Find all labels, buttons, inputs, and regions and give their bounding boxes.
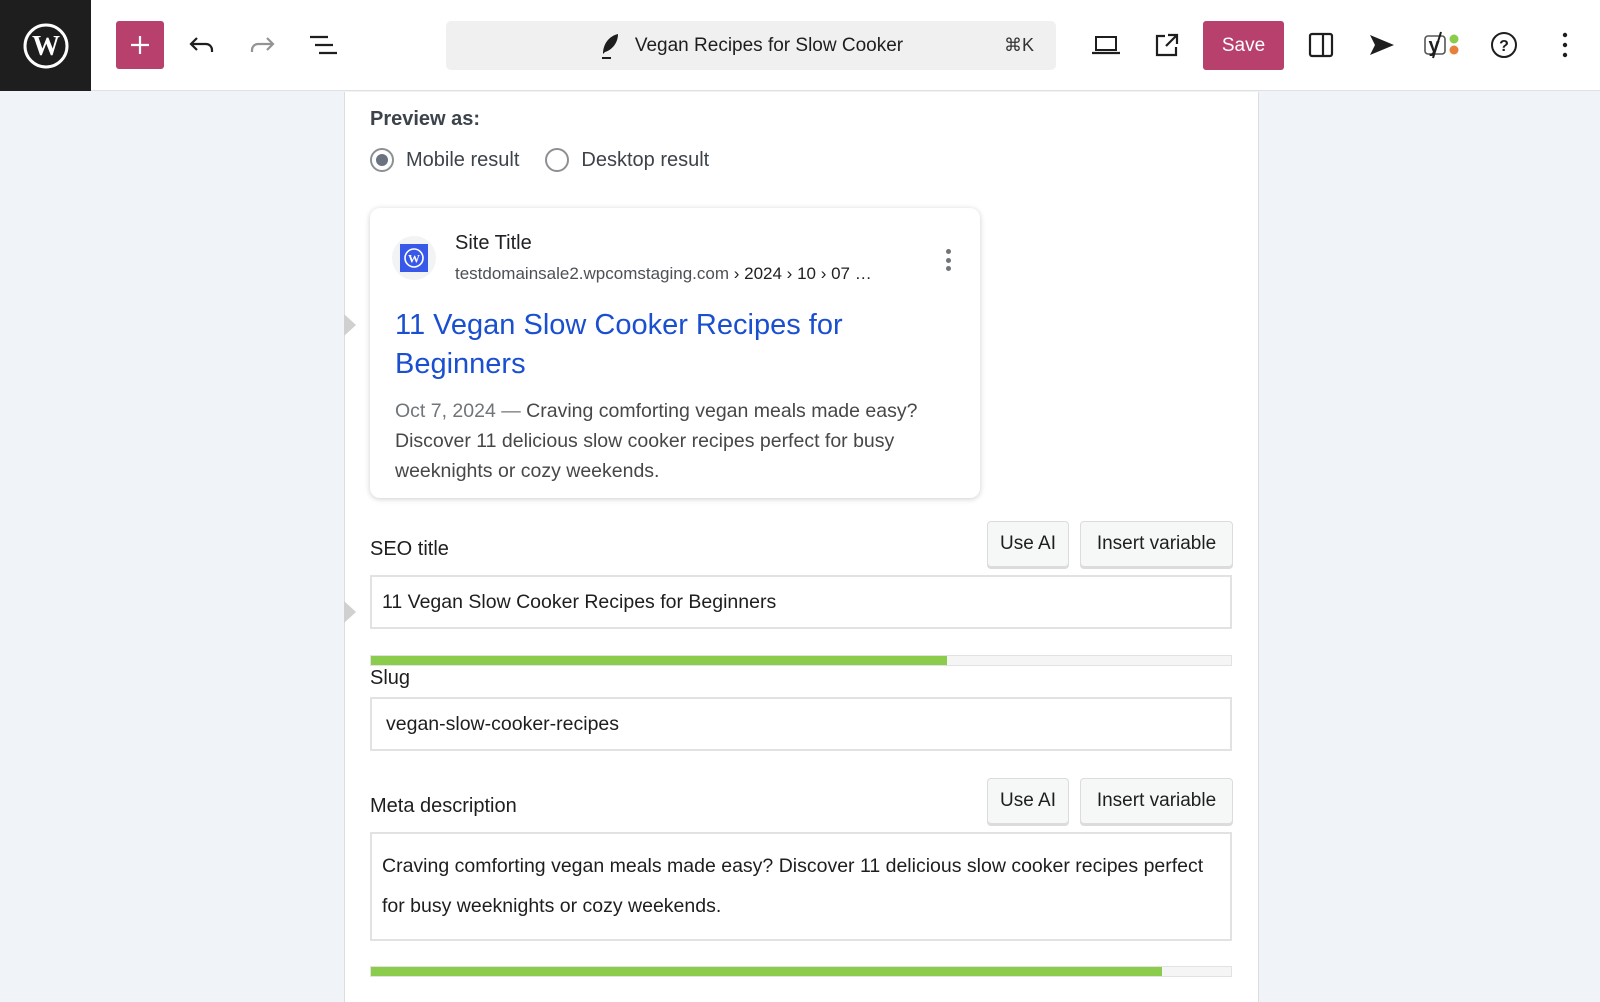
plus-icon [131, 36, 149, 54]
seo-title-use-ai-button[interactable]: Use AI [987, 521, 1069, 567]
seo-title-input[interactable]: 11 Vegan Slow Cooker Recipes for Beginne… [370, 575, 1232, 629]
serp-separator: — [495, 400, 527, 422]
preview-as-label: Preview as: [370, 108, 481, 130]
wordpress-logo-icon: W [23, 23, 68, 68]
slug-label: Slug [370, 667, 411, 689]
meta-description-insert-variable-button[interactable]: Insert variable [1080, 778, 1233, 824]
google-preview-card: W Site Title testdomainsale2.wpcomstagin… [370, 208, 980, 498]
meta-description-label: Meta description [370, 795, 517, 817]
jetpack-send-button[interactable] [1358, 21, 1406, 69]
settings-sidebar-button[interactable] [1297, 21, 1345, 69]
slug-input[interactable]: vegan-slow-cooker-recipes [370, 697, 1232, 751]
help-button[interactable]: ? [1480, 21, 1528, 69]
site-favicon: W [392, 236, 436, 280]
undo-button[interactable] [178, 21, 226, 69]
save-button[interactable]: Save [1203, 21, 1284, 70]
collapse-arrow-icon [344, 601, 356, 623]
svg-text:?: ? [1499, 38, 1509, 55]
document-title: Vegan Recipes for Slow Cooker [634, 34, 904, 56]
settings-sidebar-icon [1308, 32, 1334, 58]
serp-url-domain: testdomainsale2.wpcomstaging.com [455, 264, 730, 283]
seo-title-label: SEO title [370, 538, 449, 560]
editor-top-bar: W Vegan Recipes for Slow Cooker ⌘K Save … [0, 0, 1600, 91]
preview-mode-radio-group: Mobile result Desktop result [370, 148, 735, 172]
svg-text:W: W [408, 252, 420, 266]
yoast-seo-button[interactable]: y [1419, 21, 1467, 69]
mobile-result-radio[interactable] [370, 148, 394, 172]
mobile-result-option[interactable]: Mobile result [370, 148, 519, 172]
redo-icon [250, 37, 275, 52]
feather-icon [601, 33, 618, 59]
send-icon [1370, 35, 1394, 55]
redo-button[interactable] [238, 21, 286, 69]
document-overview-icon [310, 35, 337, 55]
serp-description: Oct 7, 2024 — Craving comforting vegan m… [395, 396, 960, 486]
view-post-button[interactable] [1143, 21, 1191, 69]
meta-description-length-progress [370, 966, 1232, 977]
command-palette-button[interactable]: Vegan Recipes for Slow Cooker ⌘K [446, 21, 1056, 70]
svg-text:W: W [32, 31, 60, 62]
meta-description-textarea[interactable]: Craving comforting vegan meals made easy… [370, 832, 1232, 941]
serp-more-icon[interactable] [938, 246, 958, 274]
mobile-result-label: Mobile result [406, 148, 520, 171]
seo-title-progress-fill [371, 656, 948, 665]
meta-description-progress-fill [371, 967, 1163, 976]
help-icon: ? [1491, 32, 1517, 58]
wordpress-logo-button[interactable]: W [0, 0, 91, 91]
options-button[interactable] [1541, 21, 1589, 69]
preview-button[interactable] [1082, 21, 1130, 69]
wordpress-favicon-icon: W [404, 248, 424, 268]
external-link-icon [1155, 33, 1179, 57]
serp-url: testdomainsale2.wpcomstaging.com › 2024 … [455, 264, 872, 284]
serp-title-link[interactable]: 11 Vegan Slow Cooker Recipes for Beginne… [395, 306, 935, 384]
seo-title-length-progress [370, 655, 1232, 666]
desktop-result-label: Desktop result [581, 148, 710, 171]
keyboard-shortcut: ⌘K [1003, 35, 1034, 55]
options-icon [1562, 32, 1568, 58]
yoast-icon: y [1424, 31, 1459, 59]
desktop-result-option[interactable]: Desktop result [545, 148, 709, 172]
document-overview-button[interactable] [299, 21, 347, 69]
undo-icon [189, 37, 214, 52]
seo-title-insert-variable-button[interactable]: Insert variable [1080, 521, 1233, 567]
add-block-button[interactable] [116, 21, 164, 69]
yoast-seo-panel: Preview as: Mobile result Desktop result… [344, 92, 1259, 1002]
serp-site-title: Site Title [455, 232, 532, 254]
collapse-arrow-icon [344, 314, 356, 336]
meta-description-use-ai-button[interactable]: Use AI [987, 778, 1069, 824]
desktop-result-radio[interactable] [545, 148, 570, 172]
serp-date: Oct 7, 2024 [395, 400, 496, 422]
serp-url-crumbs: › 2024 › 10 › 07 … [729, 264, 872, 283]
desktop-preview-icon [1092, 36, 1120, 55]
